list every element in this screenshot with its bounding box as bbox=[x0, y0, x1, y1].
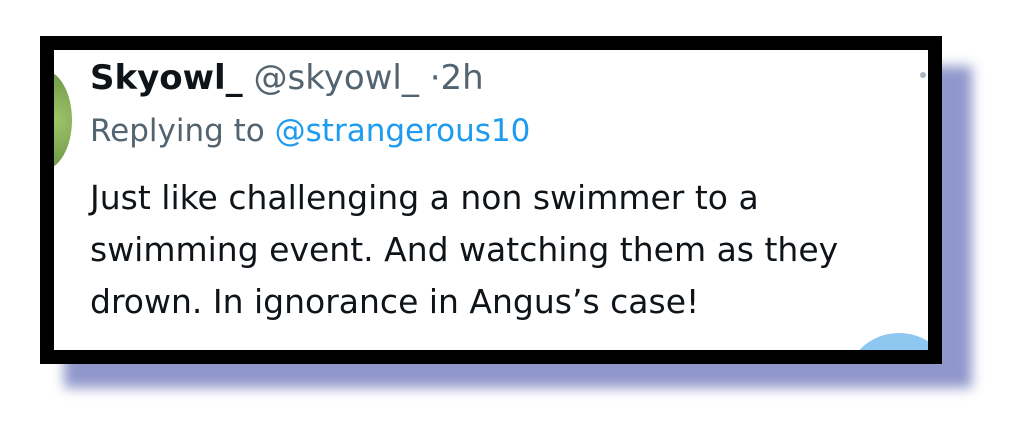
replying-to-handle-link[interactable]: @strangerous10 bbox=[275, 113, 531, 149]
display-name[interactable]: Skyowl_ bbox=[90, 58, 243, 98]
more-options-icon[interactable] bbox=[920, 72, 926, 78]
separator-dot: · bbox=[429, 58, 441, 98]
tweet-card[interactable]: Skyowl_ @skyowl_ ·2h Replying to @strang… bbox=[54, 50, 928, 350]
avatar[interactable] bbox=[54, 70, 72, 170]
tweet-header: Skyowl_ @skyowl_ ·2h bbox=[90, 56, 484, 100]
replying-to-line: Replying to @strangerous10 bbox=[90, 110, 530, 152]
replying-to-label: Replying to bbox=[90, 113, 265, 149]
timestamp[interactable]: 2h bbox=[441, 58, 484, 98]
user-handle[interactable]: @skyowl_ bbox=[254, 58, 419, 98]
compose-button-fragment[interactable] bbox=[844, 333, 928, 350]
tweet-text: Just like challenging a non swimmer to a… bbox=[90, 178, 839, 321]
